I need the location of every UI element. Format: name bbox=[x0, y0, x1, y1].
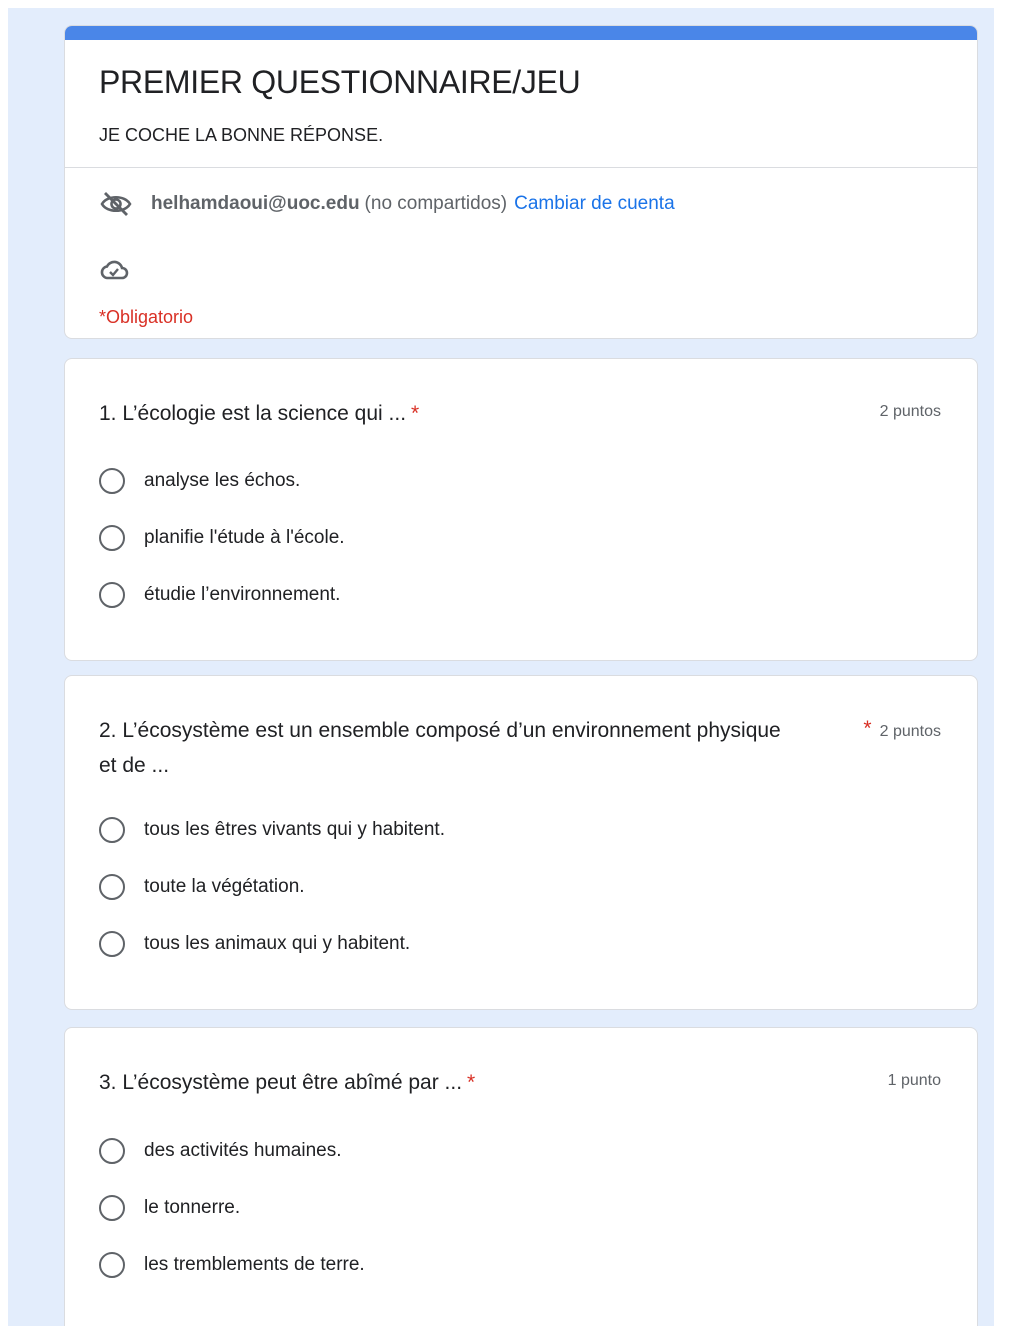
option-label: planifie l'étude à l'école. bbox=[144, 527, 345, 548]
radio-button[interactable] bbox=[99, 582, 125, 608]
question-card-1: 1. L’écologie est la science qui ... * 2 … bbox=[64, 358, 978, 661]
required-asterisk: * bbox=[411, 402, 420, 425]
radio-button[interactable] bbox=[99, 1195, 125, 1221]
question-card-3: 3. L’écosystème peut être abîmé par ... *… bbox=[64, 1027, 978, 1326]
radio-button[interactable] bbox=[99, 817, 125, 843]
option-radio[interactable]: les tremblements de terre. bbox=[99, 1249, 365, 1281]
option-radio[interactable]: tous les êtres vivants qui y habitent. bbox=[99, 814, 445, 846]
question-title: 2. L’écosystème est un ensemble composé … bbox=[99, 719, 781, 777]
option-label: les tremblements de terre. bbox=[144, 1254, 365, 1275]
form-header-card: PREMIER QUESTIONNAIRE/JEU JE COCHE LA BO… bbox=[64, 25, 978, 339]
radio-button[interactable] bbox=[99, 874, 125, 900]
option-radio[interactable]: tous les animaux qui y habitent. bbox=[99, 928, 410, 960]
account-row: helhamdaoui@uoc.edu (no compartidos) Cam… bbox=[99, 189, 675, 219]
switch-account-link[interactable]: Cambiar de cuenta bbox=[514, 193, 675, 215]
eye-off-icon bbox=[99, 189, 135, 219]
option-label: analyse les échos. bbox=[144, 470, 301, 491]
question-points: 1 punto bbox=[887, 1072, 941, 1089]
cloud-check-icon bbox=[99, 257, 131, 285]
form-title: PREMIER QUESTIONNAIRE/JEU bbox=[99, 64, 581, 100]
option-label: le tonnerre. bbox=[144, 1197, 241, 1218]
option-radio[interactable]: des activités humaines. bbox=[99, 1135, 342, 1167]
option-label: étudie l’environnement. bbox=[144, 584, 341, 605]
question-title: 3. L’écosystème peut être abîmé par ... * bbox=[99, 1071, 476, 1094]
radio-button[interactable] bbox=[99, 931, 125, 957]
form-description: JE COCHE LA BONNE RÉPONSE. bbox=[99, 125, 384, 145]
option-label: toute la végétation. bbox=[144, 876, 305, 897]
question-title: 1. L’écologie est la science qui ... * bbox=[99, 402, 420, 425]
radio-button[interactable] bbox=[99, 1252, 125, 1278]
radio-button[interactable] bbox=[99, 1138, 125, 1164]
option-radio[interactable]: planifie l'étude à l'école. bbox=[99, 522, 345, 554]
form-background: PREMIER QUESTIONNAIRE/JEU JE COCHE LA BO… bbox=[8, 8, 994, 1326]
required-asterisk: * bbox=[863, 717, 872, 740]
option-label: tous les êtres vivants qui y habitent. bbox=[144, 819, 445, 840]
header-divider bbox=[65, 167, 977, 168]
not-shared-note: (no compartidos) bbox=[364, 193, 508, 214]
question-points: 2 puntos bbox=[879, 403, 941, 420]
question-card-2: 2. L’écosystème est un ensemble composé … bbox=[64, 675, 978, 1010]
option-radio[interactable]: toute la végétation. bbox=[99, 871, 305, 903]
radio-button[interactable] bbox=[99, 468, 125, 494]
question-points: * 2 puntos bbox=[863, 717, 941, 740]
required-note: *Obligatorio bbox=[99, 307, 194, 327]
option-radio[interactable]: analyse les échos. bbox=[99, 465, 300, 497]
required-asterisk: * bbox=[467, 1071, 476, 1094]
option-label: des activités humaines. bbox=[144, 1140, 342, 1161]
form-accent-bar bbox=[65, 26, 977, 40]
option-radio[interactable]: étudie l’environnement. bbox=[99, 579, 340, 611]
option-label: tous les animaux qui y habitent. bbox=[144, 933, 411, 954]
radio-button[interactable] bbox=[99, 525, 125, 551]
option-radio[interactable]: le tonnerre. bbox=[99, 1192, 240, 1224]
account-email: helhamdaoui@uoc.edu bbox=[151, 193, 360, 214]
